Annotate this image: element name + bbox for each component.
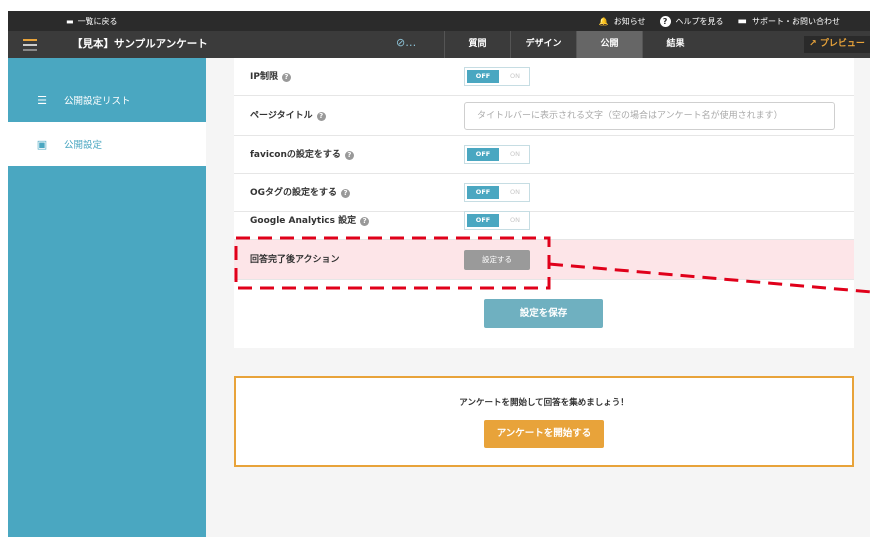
help-icon[interactable]: ? <box>341 188 351 198</box>
setting-row-page-title: ページタイトル? タイトルバーに表示される文字（空の場合はアンケート名が使用され… <box>234 96 854 136</box>
status-ellipsis: … <box>405 36 417 49</box>
settings-card: IP制限? OFF ON ページタイトル? タイトルバーに表示される文字（空の場… <box>234 58 854 348</box>
support-label: サポート・お問い合わせ <box>752 16 840 26</box>
chat-icon: ▬ <box>737 15 747 27</box>
help-icon[interactable]: ? <box>316 111 326 121</box>
back-to-list-link[interactable]: ▬ 一覧に戻る <box>66 11 118 31</box>
toggle-on[interactable]: ON <box>501 212 529 229</box>
notice-label: お知らせ <box>613 16 646 26</box>
setting-label: IP制限 <box>250 72 278 82</box>
google-analytics-toggle[interactable]: OFF ON <box>464 211 530 230</box>
save-settings-button[interactable]: 設定を保存 <box>484 299 603 328</box>
tab-design[interactable]: デザイン <box>510 31 576 58</box>
tab-results[interactable]: 結果 <box>642 31 708 58</box>
sidebar-item-label: 公開設定リスト <box>64 96 131 107</box>
toggle-off[interactable]: OFF <box>467 186 499 199</box>
toggle-on[interactable]: ON <box>501 68 529 85</box>
status-indicator: ⊘… <box>396 36 416 49</box>
external-link-icon: ↗ <box>809 39 817 49</box>
sidebar: ☰ 公開設定リスト ▣ 公開設定 <box>8 58 206 537</box>
start-survey-message: アンケートを開始して回答を集めましょう！ <box>459 398 629 408</box>
favicon-toggle[interactable]: OFF ON <box>464 145 530 164</box>
setting-label: Google Analytics 設定 <box>250 216 357 226</box>
bell-icon: 🔔 <box>598 16 609 26</box>
setting-row-favicon: faviconの設定をする? OFF ON <box>234 136 854 174</box>
help-icon[interactable]: ? <box>360 216 370 226</box>
nav-bar: 【見本】サンプルアンケート ⊘… 質問 デザイン 公開 結果 ↗ プレビュー <box>8 31 870 58</box>
setting-row-ip-restriction: IP制限? OFF ON <box>234 58 854 96</box>
setting-label: ページタイトル <box>250 111 313 121</box>
check-circle-icon: ⊘ <box>396 36 406 49</box>
tab-publish[interactable]: 公開 <box>576 31 642 58</box>
sidebar-item-publish-settings[interactable]: ▣ 公開設定 <box>8 122 206 166</box>
menu-icon[interactable] <box>23 39 37 54</box>
tab-questions[interactable]: 質問 <box>444 31 510 58</box>
setting-row-google-analytics: Google Analytics 設定? OFF ON <box>234 202 854 240</box>
toggle-on[interactable]: ON <box>501 184 529 201</box>
top-bar: ▬ 一覧に戻る 🔔 お知らせ ? ヘルプを見る ▬ サポート・お問い合わせ <box>8 11 870 31</box>
toggle-on[interactable]: ON <box>501 146 529 163</box>
help-icon: ? <box>659 15 671 27</box>
help-icon[interactable]: ? <box>344 150 354 160</box>
notice-link[interactable]: 🔔 お知らせ <box>599 16 646 27</box>
toggle-off[interactable]: OFF <box>467 148 499 161</box>
sidebar-item-label: 公開設定 <box>64 140 103 151</box>
configure-button[interactable]: 設定する <box>464 250 530 270</box>
list-icon: ▬ <box>66 16 74 26</box>
help-link[interactable]: ? ヘルプを見る <box>659 15 724 27</box>
ip-restriction-toggle[interactable]: OFF ON <box>464 67 530 86</box>
page-title-input[interactable]: タイトルバーに表示される文字（空の場合はアンケート名が使用されます） <box>464 102 835 130</box>
back-to-list-label: 一覧に戻る <box>77 16 118 26</box>
list-icon: ☰ <box>37 93 47 107</box>
toggle-off[interactable]: OFF <box>467 214 499 227</box>
start-survey-box: アンケートを開始して回答を集めましょう！ アンケートを開始する <box>234 376 854 467</box>
sidebar-item-publish-settings-list[interactable]: ☰ 公開設定リスト <box>8 78 206 122</box>
main-content: IP制限? OFF ON ページタイトル? タイトルバーに表示される文字（空の場… <box>206 58 870 537</box>
setting-label: faviconの設定をする <box>250 150 341 160</box>
setting-label: 回答完了後アクション <box>250 255 340 265</box>
preview-label: プレビュー <box>819 39 865 49</box>
start-survey-button[interactable]: アンケートを開始する <box>484 420 604 448</box>
toggle-off[interactable]: OFF <box>467 70 499 83</box>
support-link[interactable]: ▬ サポート・お問い合わせ <box>738 16 840 27</box>
help-icon[interactable]: ? <box>281 72 291 82</box>
setting-row-post-answer-action: 回答完了後アクション 設定する <box>234 240 854 280</box>
document-icon: ▣ <box>36 137 48 151</box>
og-tags-toggle[interactable]: OFF ON <box>464 183 530 202</box>
survey-title: 【見本】サンプルアンケート <box>72 38 208 50</box>
preview-button[interactable]: ↗ プレビュー <box>804 36 870 53</box>
help-label: ヘルプを見る <box>675 16 724 26</box>
